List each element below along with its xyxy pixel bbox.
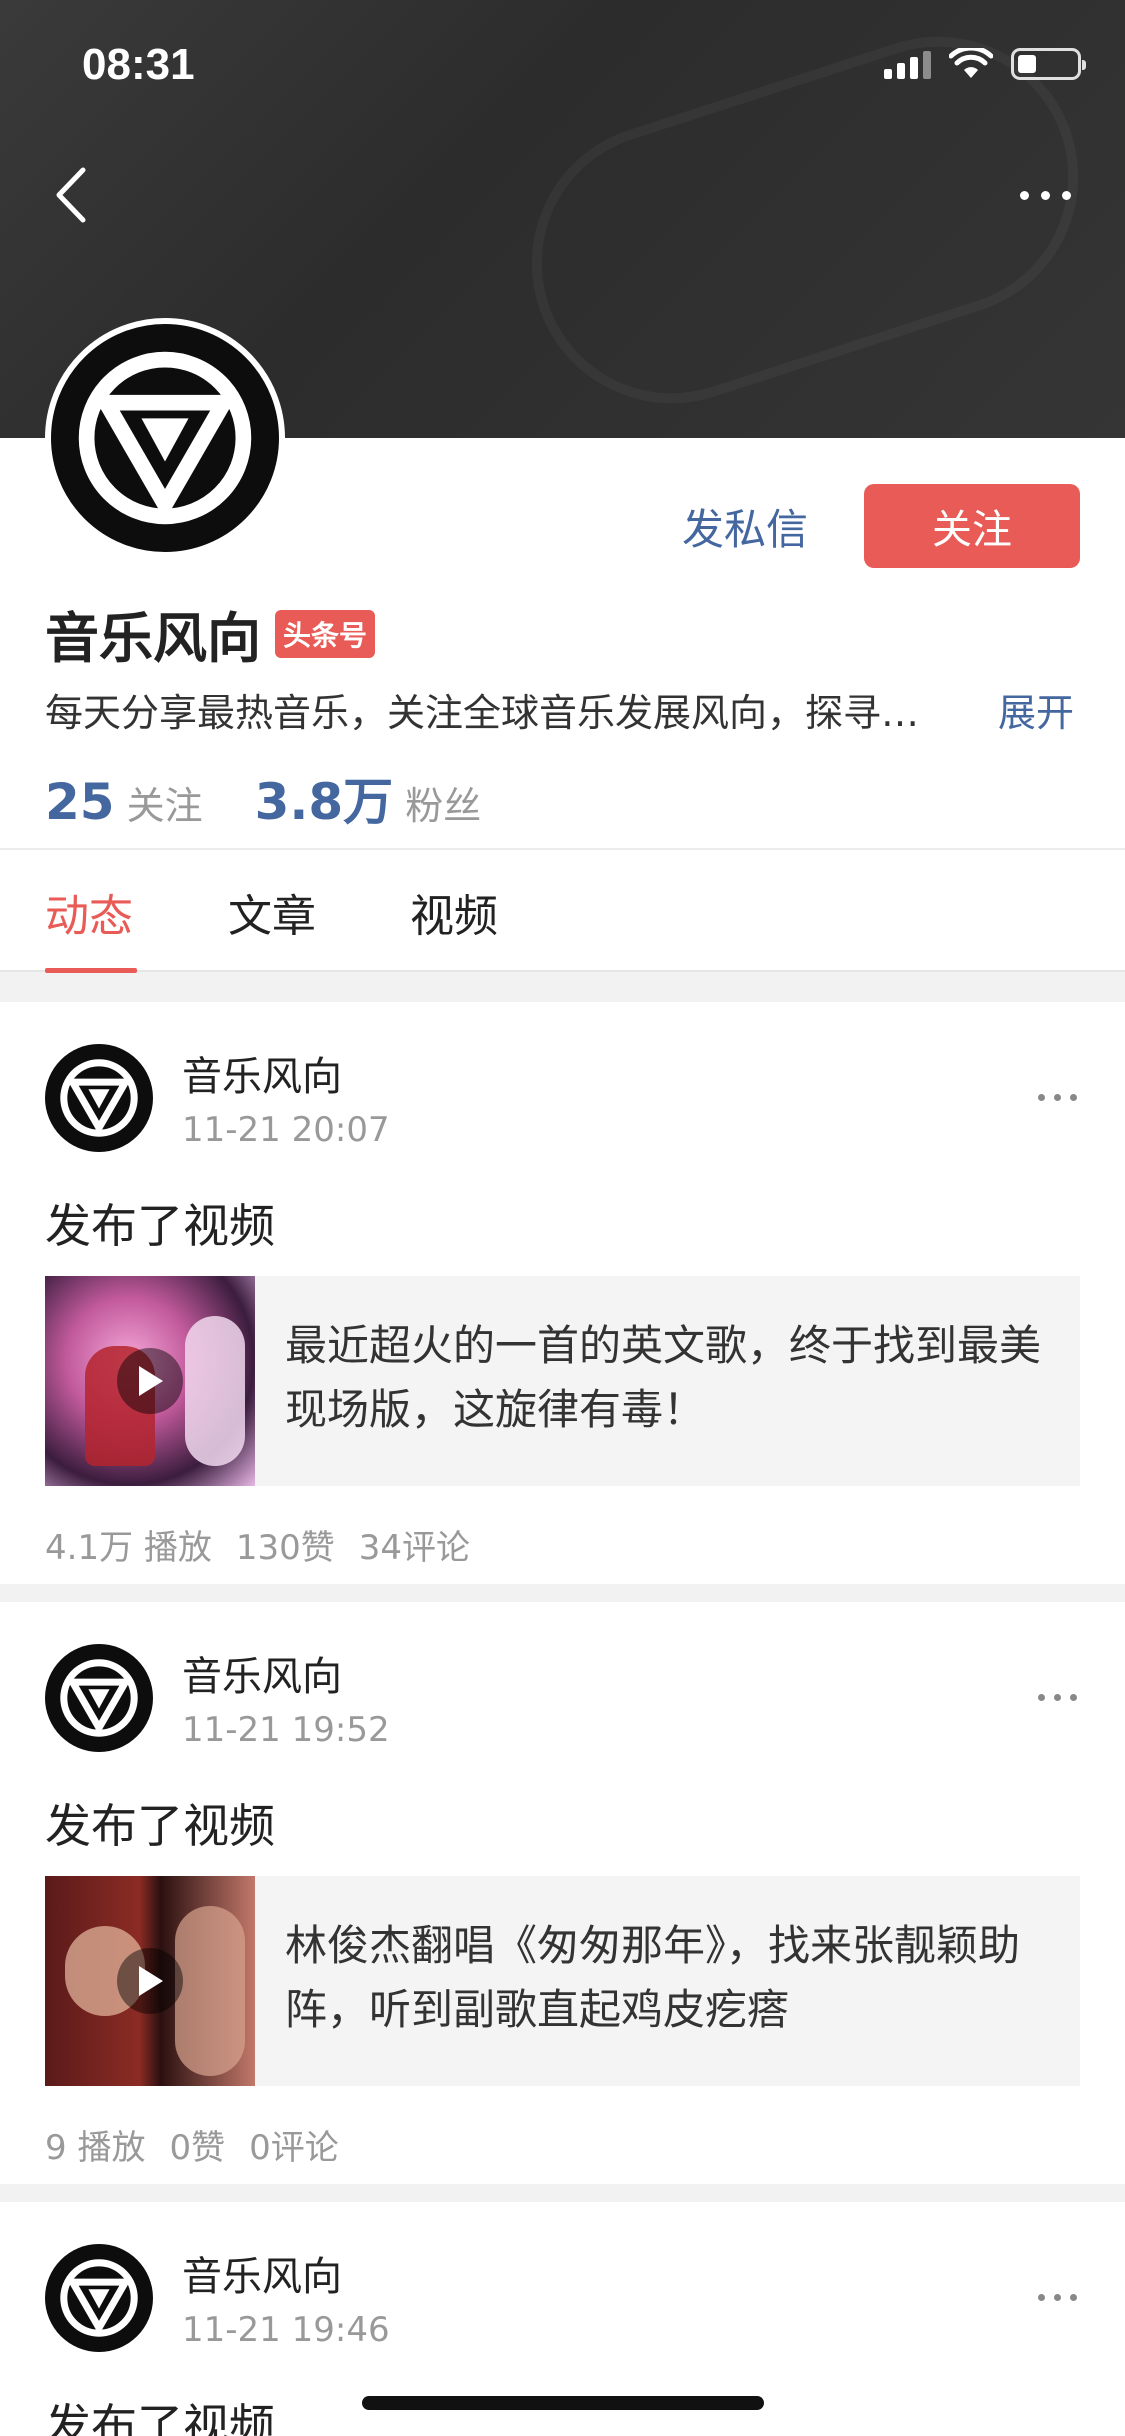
fans-count[interactable]: 3.8万 bbox=[255, 762, 394, 834]
signal-icon bbox=[884, 49, 931, 79]
card-time: 11-21 19:52 bbox=[182, 1710, 390, 1750]
card-time: 11-21 19:46 bbox=[182, 2310, 390, 2350]
wifi-icon bbox=[949, 48, 993, 78]
feed-card[interactable]: 音乐风向 11-21 20:07 发布了视频 最近超火的一首的英文歌，终于找到最… bbox=[0, 1002, 1125, 1584]
status-time: 08:31 bbox=[82, 40, 195, 89]
profile-tabs: 动态 文章 视频 bbox=[0, 848, 1125, 973]
status-icons bbox=[884, 48, 1086, 80]
card-action: 发布了视频 bbox=[45, 1199, 275, 1253]
card-more-button[interactable] bbox=[1038, 2294, 1077, 2301]
card-meta: 4.1万 播放 130赞 34评论 bbox=[45, 1520, 470, 1569]
back-button[interactable] bbox=[40, 160, 100, 230]
active-tab-indicator bbox=[45, 968, 137, 973]
video-link[interactable]: 最近超火的一首的英文歌，终于找到最美现场版，这旋律有毒！ bbox=[45, 1276, 1080, 1486]
card-more-button[interactable] bbox=[1038, 1094, 1077, 1101]
profile-stats: 25 关注 3.8万 粉丝 bbox=[45, 762, 521, 834]
like-count: 0赞 bbox=[169, 2128, 226, 2168]
like-count: 130赞 bbox=[235, 1528, 335, 1568]
logo-icon bbox=[78, 351, 252, 525]
card-author[interactable]: 音乐风向 bbox=[182, 1044, 342, 1102]
card-action: 发布了视频 bbox=[45, 1799, 275, 1853]
video-title[interactable]: 林俊杰翻唱《匆匆那年》，找来张靓颖助阵，听到副歌直起鸡皮疙瘩 bbox=[285, 1914, 1045, 2042]
video-title[interactable]: 最近超火的一首的英文歌，终于找到最美现场版，这旋律有毒！ bbox=[285, 1314, 1045, 1442]
play-count: 4.1万 播放 bbox=[45, 1528, 212, 1568]
video-thumbnail[interactable] bbox=[45, 1276, 255, 1486]
play-count: 9 播放 bbox=[45, 2128, 146, 2168]
toutiao-badge: 头条号 bbox=[275, 609, 376, 658]
video-link[interactable]: 林俊杰翻唱《匆匆那年》，找来张靓颖助阵，听到副歌直起鸡皮疙瘩 bbox=[45, 1876, 1080, 2086]
play-icon bbox=[117, 1948, 183, 2014]
video-thumbnail[interactable] bbox=[45, 1876, 255, 2086]
tab-articles[interactable]: 文章 bbox=[228, 880, 316, 944]
comment-count: 0评论 bbox=[249, 2128, 339, 2168]
profile-description: 每天分享最热音乐，关注全球音乐发展风向，探寻… bbox=[45, 691, 920, 735]
tab-dynamic[interactable]: 动态 bbox=[45, 880, 133, 944]
card-action: 发布了视频 bbox=[45, 2399, 275, 2436]
following-label[interactable]: 关注 bbox=[127, 775, 203, 830]
card-avatar[interactable] bbox=[45, 1044, 153, 1152]
comment-count: 34评论 bbox=[358, 1528, 471, 1568]
following-count[interactable]: 25 bbox=[45, 773, 115, 831]
send-message-button[interactable]: 发私信 bbox=[665, 484, 825, 568]
profile-name-row: 音乐风向 头条号 bbox=[45, 594, 376, 673]
follow-button[interactable]: 关注 bbox=[864, 484, 1080, 568]
logo-icon bbox=[60, 1659, 138, 1737]
feed-card[interactable]: 音乐风向 11-21 19:52 发布了视频 林俊杰翻唱《匆匆那年》，找来张靓颖… bbox=[0, 1602, 1125, 2184]
card-author[interactable]: 音乐风向 bbox=[182, 1644, 342, 1702]
card-avatar[interactable] bbox=[45, 1644, 153, 1752]
logo-icon bbox=[60, 2259, 138, 2337]
avatar[interactable] bbox=[45, 318, 285, 558]
tab-videos[interactable]: 视频 bbox=[410, 880, 498, 944]
expand-link[interactable]: 展开 bbox=[998, 682, 1074, 737]
battery-icon bbox=[1011, 48, 1086, 80]
more-options-button[interactable] bbox=[1005, 170, 1085, 220]
home-indicator[interactable] bbox=[362, 2396, 764, 2410]
profile-name: 音乐风向 bbox=[45, 607, 261, 670]
card-author[interactable]: 音乐风向 bbox=[182, 2244, 342, 2302]
card-more-button[interactable] bbox=[1038, 1694, 1077, 1701]
chevron-left-icon bbox=[56, 167, 86, 223]
play-icon bbox=[117, 1348, 183, 1414]
card-avatar[interactable] bbox=[45, 2244, 153, 2352]
fans-label[interactable]: 粉丝 bbox=[405, 775, 481, 830]
logo-icon bbox=[60, 1059, 138, 1137]
card-meta: 9 播放 0赞 0评论 bbox=[45, 2120, 339, 2169]
card-time: 11-21 20:07 bbox=[182, 1110, 390, 1150]
